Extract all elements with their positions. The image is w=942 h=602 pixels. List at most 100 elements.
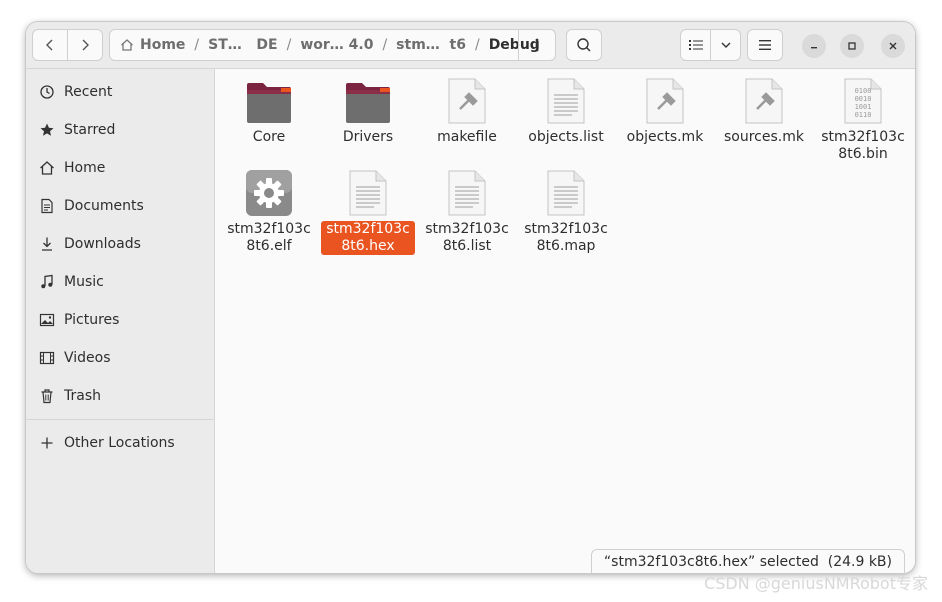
navigation-buttons [32, 29, 103, 61]
file-item-makefile[interactable]: makefile [419, 75, 515, 146]
sidebar-item-label: Videos [64, 350, 111, 366]
text-file-icon [547, 78, 585, 124]
file-name: objects.mk [626, 129, 704, 145]
folder-icon [346, 83, 390, 123]
file-name: stm32f103c8t6.hex [321, 221, 415, 255]
file-manager-window: Home / ST… DE / wor… 4.0 / stm… t6 / Deb… [26, 22, 915, 573]
script-file-icon [646, 78, 684, 124]
download-icon [39, 236, 55, 252]
sidebar-item-other-locations[interactable]: Other Locations [26, 424, 214, 462]
binary-file-icon: 0100 0010 1001 0110 [844, 78, 882, 124]
text-file-icon [547, 170, 585, 216]
header-bar: Home / ST… DE / wor… 4.0 / stm… t6 / Deb… [26, 22, 915, 69]
star-icon [39, 122, 55, 138]
file-item-core[interactable]: Core [221, 75, 317, 146]
file-name: stm32f103c8t6.map [524, 221, 608, 254]
sidebar-item-starred[interactable]: Starred [26, 111, 214, 149]
file-item-bin[interactable]: 0100 0010 1001 0110 stm32f103c8t6.bin [815, 75, 911, 163]
path-separator: / [194, 37, 200, 53]
hamburger-menu-icon [759, 40, 771, 50]
chevron-down-icon [721, 42, 730, 48]
search-button[interactable] [566, 29, 602, 61]
file-item-hex[interactable]: stm32f103c8t6.hex [320, 167, 416, 255]
maximize-button[interactable] [840, 34, 864, 58]
file-name: stm32f103c8t6.elf [227, 221, 311, 254]
view-options-button[interactable] [711, 30, 740, 60]
sidebar-item-label: Documents [64, 198, 144, 214]
path-separator: / [382, 37, 388, 53]
file-name: stm32f103c8t6.bin [821, 129, 905, 162]
file-item-list[interactable]: stm32f103c8t6.list [419, 167, 515, 255]
sidebar-item-videos[interactable]: Videos [26, 339, 214, 377]
path-crumb-home[interactable]: Home [140, 37, 185, 53]
chevron-left-icon [46, 39, 53, 51]
executable-gear-icon [246, 170, 292, 216]
sidebar-item-documents[interactable]: Documents [26, 187, 214, 225]
trash-icon [39, 388, 55, 404]
sidebar-item-label: Other Locations [64, 435, 175, 451]
file-name: sources.mk [724, 129, 804, 145]
sidebar-item-trash[interactable]: Trash [26, 377, 214, 415]
watermark: CSDN @geniusNMRobot专家 [704, 574, 928, 593]
file-grid: Core Drivers makefile objects.list objec… [215, 69, 915, 573]
main-menu-button[interactable] [747, 29, 783, 61]
file-name: Drivers [342, 129, 394, 145]
path-crumb-3[interactable]: wor… 4.0 [300, 37, 373, 53]
home-icon [121, 39, 133, 51]
sidebar-item-label: Downloads [64, 236, 141, 252]
file-name: objects.list [528, 129, 604, 145]
path-menu-button[interactable] [518, 30, 555, 60]
file-item-elf[interactable]: stm32f103c8t6.elf [221, 167, 317, 255]
sidebar-item-label: Starred [64, 122, 116, 138]
minimize-button[interactable] [802, 34, 826, 58]
script-file-icon [448, 78, 486, 124]
chevron-right-icon [82, 39, 89, 51]
path-crumb-4[interactable]: stm… t6 [396, 37, 466, 53]
sidebar-item-label: Trash [64, 388, 101, 404]
path-bar: Home / ST… DE / wor… 4.0 / stm… t6 / Deb… [109, 29, 556, 61]
document-icon [39, 198, 55, 214]
file-item-map[interactable]: stm32f103c8t6.map [518, 167, 614, 255]
sidebar-item-label: Music [64, 274, 104, 290]
vertical-dots-icon [535, 38, 539, 52]
back-button[interactable] [33, 30, 68, 60]
sidebar-item-pictures[interactable]: Pictures [26, 301, 214, 339]
sidebar-item-downloads[interactable]: Downloads [26, 225, 214, 263]
file-item-objects-list[interactable]: objects.list [518, 75, 614, 146]
file-name: makefile [437, 129, 497, 145]
list-view-icon [688, 40, 703, 50]
file-item-sources-mk[interactable]: sources.mk [716, 75, 812, 146]
script-file-icon [745, 78, 783, 124]
path-separator: / [474, 37, 480, 53]
file-name: stm32f103c8t6.list [425, 221, 509, 254]
list-view-button[interactable] [681, 30, 711, 60]
file-item-drivers[interactable]: Drivers [320, 75, 416, 146]
forward-button[interactable] [68, 30, 102, 60]
minimize-icon [811, 47, 817, 49]
file-item-objects-mk[interactable]: objects.mk [617, 75, 713, 146]
close-button[interactable] [881, 34, 905, 58]
svg-text:0010: 0010 [855, 95, 872, 103]
film-icon [39, 350, 55, 366]
sidebar: Recent Starred Home Documents Downloads … [26, 69, 215, 573]
picture-icon [39, 312, 55, 328]
path-separator: / [286, 37, 292, 53]
sidebar-item-label: Pictures [64, 312, 120, 328]
path-crumb-2[interactable]: ST… DE [208, 37, 277, 53]
search-icon [577, 38, 591, 52]
music-note-icon [39, 274, 55, 290]
sidebar-item-recent[interactable]: Recent [26, 73, 214, 111]
maximize-icon [848, 42, 856, 50]
home-icon [39, 160, 55, 176]
sidebar-item-label: Recent [64, 84, 113, 100]
plus-icon [39, 435, 55, 451]
sidebar-item-home[interactable]: Home [26, 149, 214, 187]
close-icon [889, 42, 897, 50]
file-name: Core [252, 129, 286, 145]
sidebar-divider [26, 419, 214, 420]
folder-icon [247, 83, 291, 123]
text-file-icon [448, 170, 486, 216]
sidebar-item-label: Home [64, 160, 106, 176]
sidebar-item-music[interactable]: Music [26, 263, 214, 301]
view-toggle-group [680, 29, 741, 61]
